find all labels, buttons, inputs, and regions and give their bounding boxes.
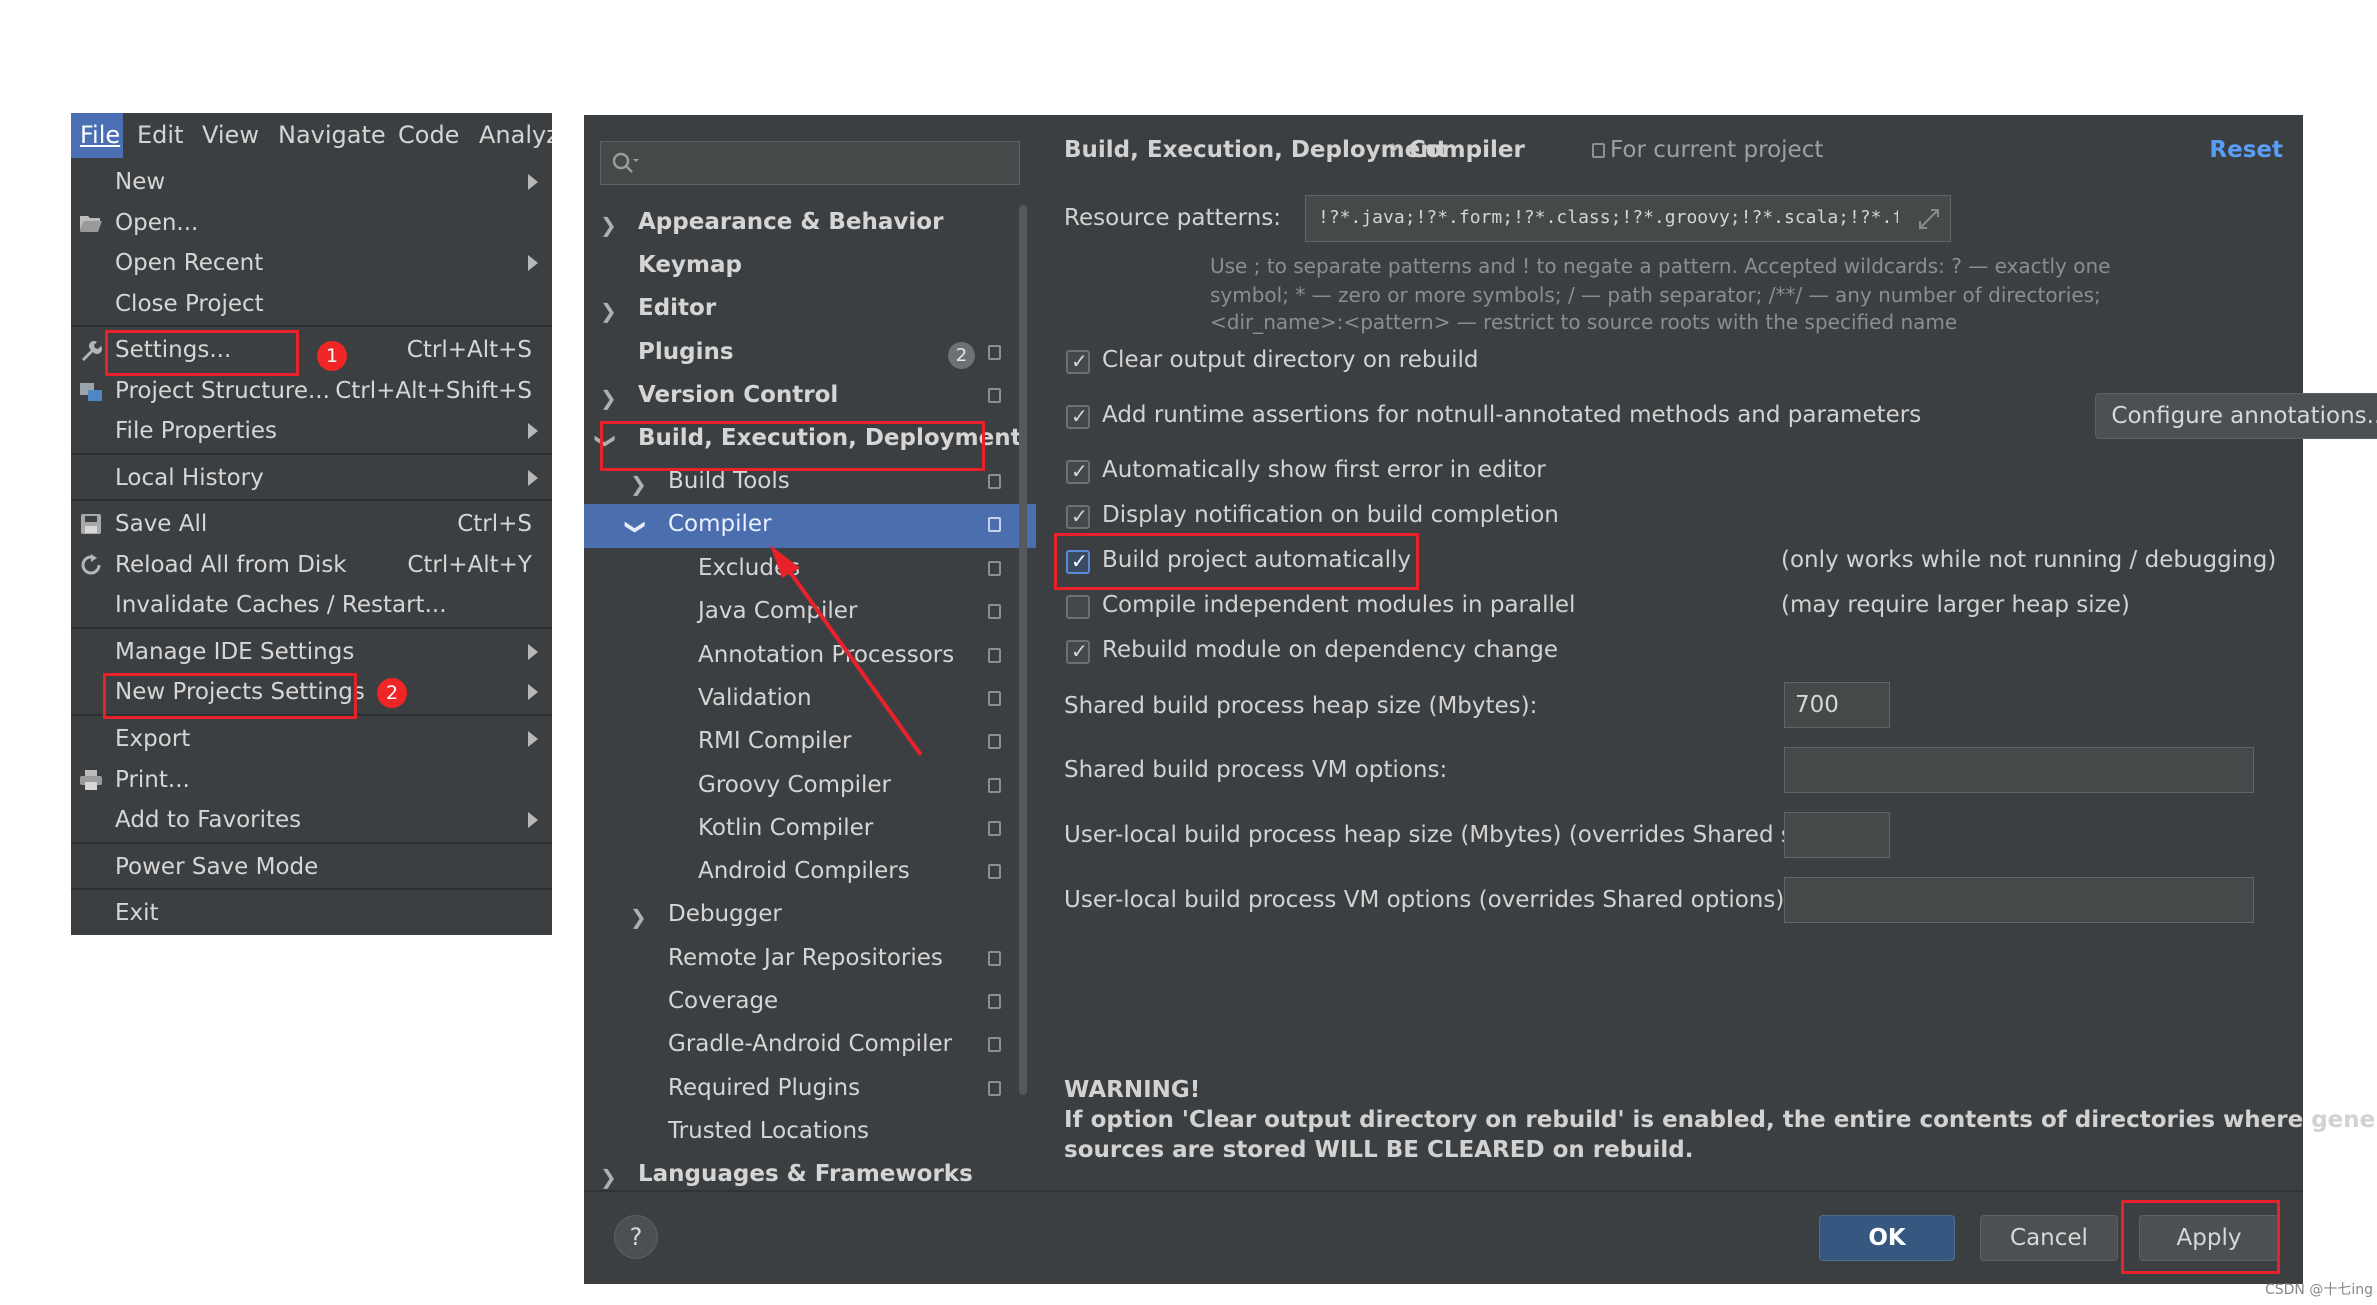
- annotation-arrow: [770, 545, 923, 757]
- watermark: CSDN @十七ing: [2264, 1282, 2373, 1298]
